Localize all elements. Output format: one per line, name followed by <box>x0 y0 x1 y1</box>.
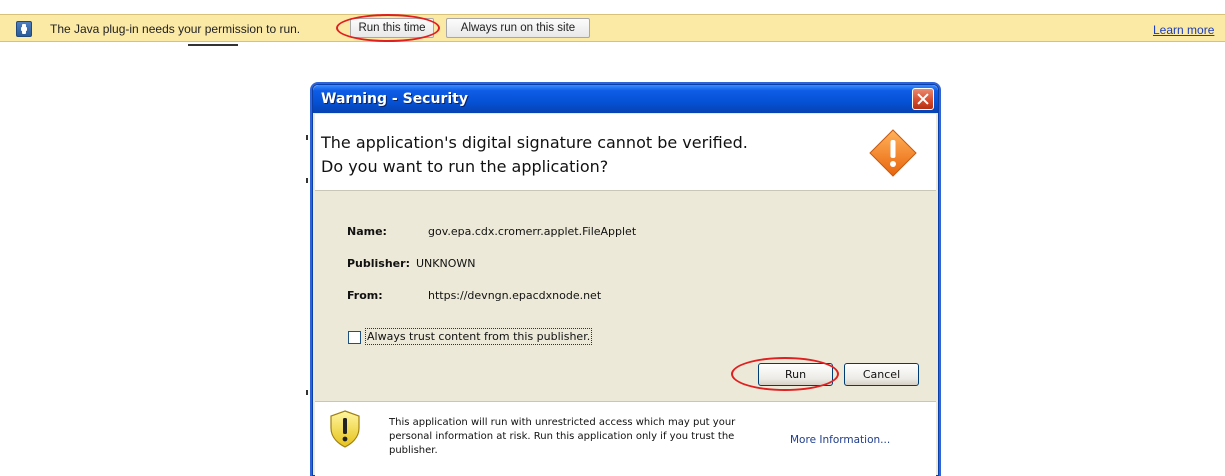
dialog-titlebar[interactable]: Warning - Security <box>313 85 938 113</box>
name-value: gov.epa.cdx.cromerr.applet.FileApplet <box>428 225 637 238</box>
name-label: Name: <box>347 225 387 238</box>
plugin-puzzle-icon <box>16 21 32 37</box>
always-trust-label[interactable]: Always trust content from this publisher… <box>364 328 593 345</box>
background-fragment <box>306 178 308 183</box>
publisher-label: Publisher: <box>347 257 410 270</box>
from-label: From: <box>347 289 383 302</box>
dialog-headline: The application's digital signature cann… <box>321 131 841 179</box>
close-button[interactable] <box>912 88 934 110</box>
learn-more-link[interactable]: Learn more <box>1153 23 1214 37</box>
dialog-header-panel: The application's digital signature cann… <box>315 114 936 191</box>
cancel-button[interactable]: Cancel <box>844 363 919 386</box>
warning-diamond-icon <box>869 129 917 177</box>
run-this-time-button[interactable]: Run this time <box>350 18 434 38</box>
security-warning-dialog: Warning - Security The application's dig… <box>312 84 939 476</box>
java-plugin-infobar: The Java plug-in needs your permission t… <box>0 14 1225 42</box>
infobar: The Java plug-in needs your permission t… <box>0 0 1225 43</box>
shield-warning-icon <box>330 410 360 448</box>
infobar-message: The Java plug-in needs your permission t… <box>50 22 301 36</box>
headline-line-2: Do you want to run the application? <box>321 157 609 176</box>
background-fragment <box>306 135 308 140</box>
dialog-title: Warning - Security <box>321 91 468 107</box>
run-button[interactable]: Run <box>758 363 833 386</box>
always-trust-checkbox[interactable] <box>348 331 361 344</box>
headline-line-1: The application's digital signature cann… <box>321 133 748 152</box>
more-information-link[interactable]: More Information... <box>790 434 890 446</box>
dialog-footer-panel: This application will run with unrestric… <box>315 401 936 476</box>
always-run-button[interactable]: Always run on this site <box>446 18 590 38</box>
background-fragment <box>306 390 308 395</box>
from-value: https://devngn.epacdxnode.net <box>428 289 602 302</box>
background-fragment <box>188 44 238 46</box>
footer-warning-text: This application will run with unrestric… <box>389 417 736 456</box>
publisher-value: UNKNOWN <box>416 257 476 270</box>
